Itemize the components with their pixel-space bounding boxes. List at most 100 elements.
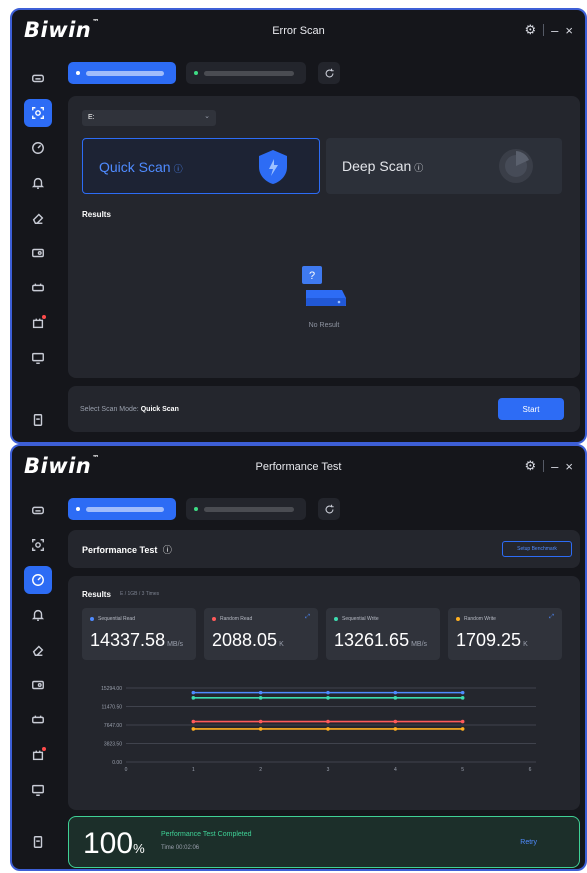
- metric-value: 14337.58 MB/s: [90, 630, 184, 650]
- device-dot: [194, 507, 198, 511]
- start-button[interactable]: Start: [498, 398, 564, 420]
- svg-text:?: ?: [309, 270, 315, 282]
- refresh-button[interactable]: [318, 62, 340, 84]
- sidebar-item-clone[interactable]: [24, 671, 52, 699]
- link-icon[interactable]: ⤢: [549, 614, 554, 621]
- performance-test-window: Biwin™ Performance Test ⚙ – × Performanc…: [10, 444, 587, 871]
- legend-dot: [90, 617, 94, 621]
- device-dot: [194, 71, 198, 75]
- device-name-redacted: [86, 506, 164, 512]
- disk-icon: [32, 680, 44, 690]
- data-point: [258, 696, 263, 700]
- scan-mode-text: Select Scan Mode: Quick Scan: [80, 406, 179, 413]
- sidebar-item-info[interactable]: [24, 406, 52, 434]
- y-tick-label: 3823.50: [104, 742, 122, 748]
- data-point: [460, 690, 465, 695]
- drive-value: E:: [88, 114, 95, 121]
- monitor-icon: [32, 784, 44, 796]
- sidebar-item-alerts[interactable]: [24, 169, 52, 197]
- drive-select[interactable]: E: ⌄: [82, 110, 216, 126]
- legend-dot: [456, 617, 460, 621]
- info-icon[interactable]: ⓘ: [174, 164, 183, 174]
- settings-icon[interactable]: ⚙: [525, 22, 537, 38]
- elapsed-time: Time 00:02:06: [161, 845, 200, 851]
- completion-banner: 100% Performance Test Completed Time 00:…: [68, 816, 580, 868]
- deep-scan-card[interactable]: Deep Scan ⓘ: [326, 138, 562, 194]
- data-point: [393, 719, 398, 724]
- results-panel: Results E / 1GB / 3 Times Sequential Rea…: [68, 576, 580, 810]
- scan-panel: E: ⌄ Quick Scan ⓘ Deep Scan ⓘ Results ? No: [68, 96, 580, 378]
- sidebar-item-error-scan[interactable]: [24, 99, 52, 127]
- bell-icon: [31, 609, 45, 621]
- sidebar-item-alerts[interactable]: [24, 601, 52, 629]
- x-tick-label: 4: [394, 767, 397, 773]
- data-point: [326, 696, 330, 700]
- data-point: [258, 690, 263, 695]
- device-dot: [76, 71, 80, 75]
- sidebar-item-erase[interactable]: [24, 204, 52, 232]
- data-point: [460, 696, 465, 700]
- data-point: [191, 727, 196, 731]
- sidebar-item-monitor[interactable]: [24, 776, 52, 804]
- metric-label: Sequential Write: [334, 616, 379, 622]
- deep-scan-label: Deep Scan ⓘ: [342, 158, 424, 174]
- device-tab-selected[interactable]: [68, 62, 176, 84]
- data-point: [393, 727, 398, 731]
- metric-value: 2088.05 K: [212, 630, 284, 650]
- device-name-redacted: [204, 506, 294, 512]
- close-icon[interactable]: ×: [565, 459, 573, 474]
- sidebar-item-drive[interactable]: [24, 496, 52, 524]
- x-tick-label: 5: [461, 767, 464, 773]
- close-icon[interactable]: ×: [565, 23, 573, 38]
- quick-scan-card[interactable]: Quick Scan ⓘ: [82, 138, 320, 194]
- data-point: [191, 719, 196, 724]
- metric-random-write: Random Write 1709.25 K ⤢: [448, 608, 562, 660]
- sidebar-item-backup[interactable]: [24, 274, 52, 302]
- data-point: [326, 690, 330, 695]
- info-icon[interactable]: ⓘ: [163, 545, 172, 555]
- data-point: [326, 727, 330, 731]
- results-subtitle: E / 1GB / 3 Times: [120, 591, 160, 597]
- sidebar-item-monitor[interactable]: [24, 344, 52, 372]
- device-tab[interactable]: [186, 62, 306, 84]
- device-tab-selected[interactable]: [68, 498, 176, 520]
- sidebar-item-performance[interactable]: [24, 134, 52, 162]
- minimize-icon[interactable]: –: [551, 23, 558, 38]
- sidebar-item-error-scan[interactable]: [24, 531, 52, 559]
- link-icon[interactable]: ⤢: [305, 614, 310, 621]
- sidebar-item-erase[interactable]: [24, 636, 52, 664]
- no-result-text: No Result: [308, 322, 340, 329]
- x-tick-label: 3: [327, 767, 330, 773]
- sidebar-item-performance[interactable]: [24, 566, 52, 594]
- sidebar-item-clone[interactable]: [24, 239, 52, 267]
- error-scan-window: Biwin™ Error Scan ⚙ – × E: ⌄ Quick Scan ⓘ: [10, 8, 587, 444]
- sidebar-item-info[interactable]: [24, 828, 52, 856]
- performance-test-header: Performance Test ⓘ Setup Benchmark: [68, 530, 580, 568]
- device-name-redacted: [86, 70, 164, 76]
- data-point: [393, 696, 398, 700]
- y-tick-label: 7647.00: [104, 723, 122, 729]
- metric-label: Random Read: [212, 616, 252, 622]
- settings-icon[interactable]: ⚙: [525, 458, 537, 474]
- refresh-button[interactable]: [318, 498, 340, 520]
- data-point: [258, 719, 263, 724]
- x-tick-label: 0: [125, 767, 128, 773]
- info-icon[interactable]: ⓘ: [414, 163, 423, 173]
- sidebar-item-firmware[interactable]: [24, 741, 52, 769]
- setup-benchmark-button[interactable]: Setup Benchmark: [502, 541, 572, 557]
- x-tick-label: 1: [192, 767, 195, 773]
- results-label: Results: [82, 590, 111, 599]
- data-point: [191, 690, 196, 695]
- device-tab[interactable]: [186, 498, 306, 520]
- retry-button[interactable]: Retry: [520, 839, 537, 846]
- empty-drive-icon: ?: [302, 266, 346, 306]
- window-title: Error Scan: [272, 25, 325, 37]
- device-name-redacted: [204, 70, 294, 76]
- sidebar-item-drive[interactable]: [24, 64, 52, 92]
- data-point: [326, 719, 330, 724]
- sidebar-item-backup[interactable]: [24, 706, 52, 734]
- performance-chart: 15294.00 11470.50 7647.00 3823.50 0.000 1 2 3 4 5…: [101, 686, 536, 773]
- minimize-icon[interactable]: –: [551, 459, 558, 474]
- sidebar-item-firmware[interactable]: [24, 309, 52, 337]
- metric-random-read: Random Read 2088.05 K ⤢: [204, 608, 318, 660]
